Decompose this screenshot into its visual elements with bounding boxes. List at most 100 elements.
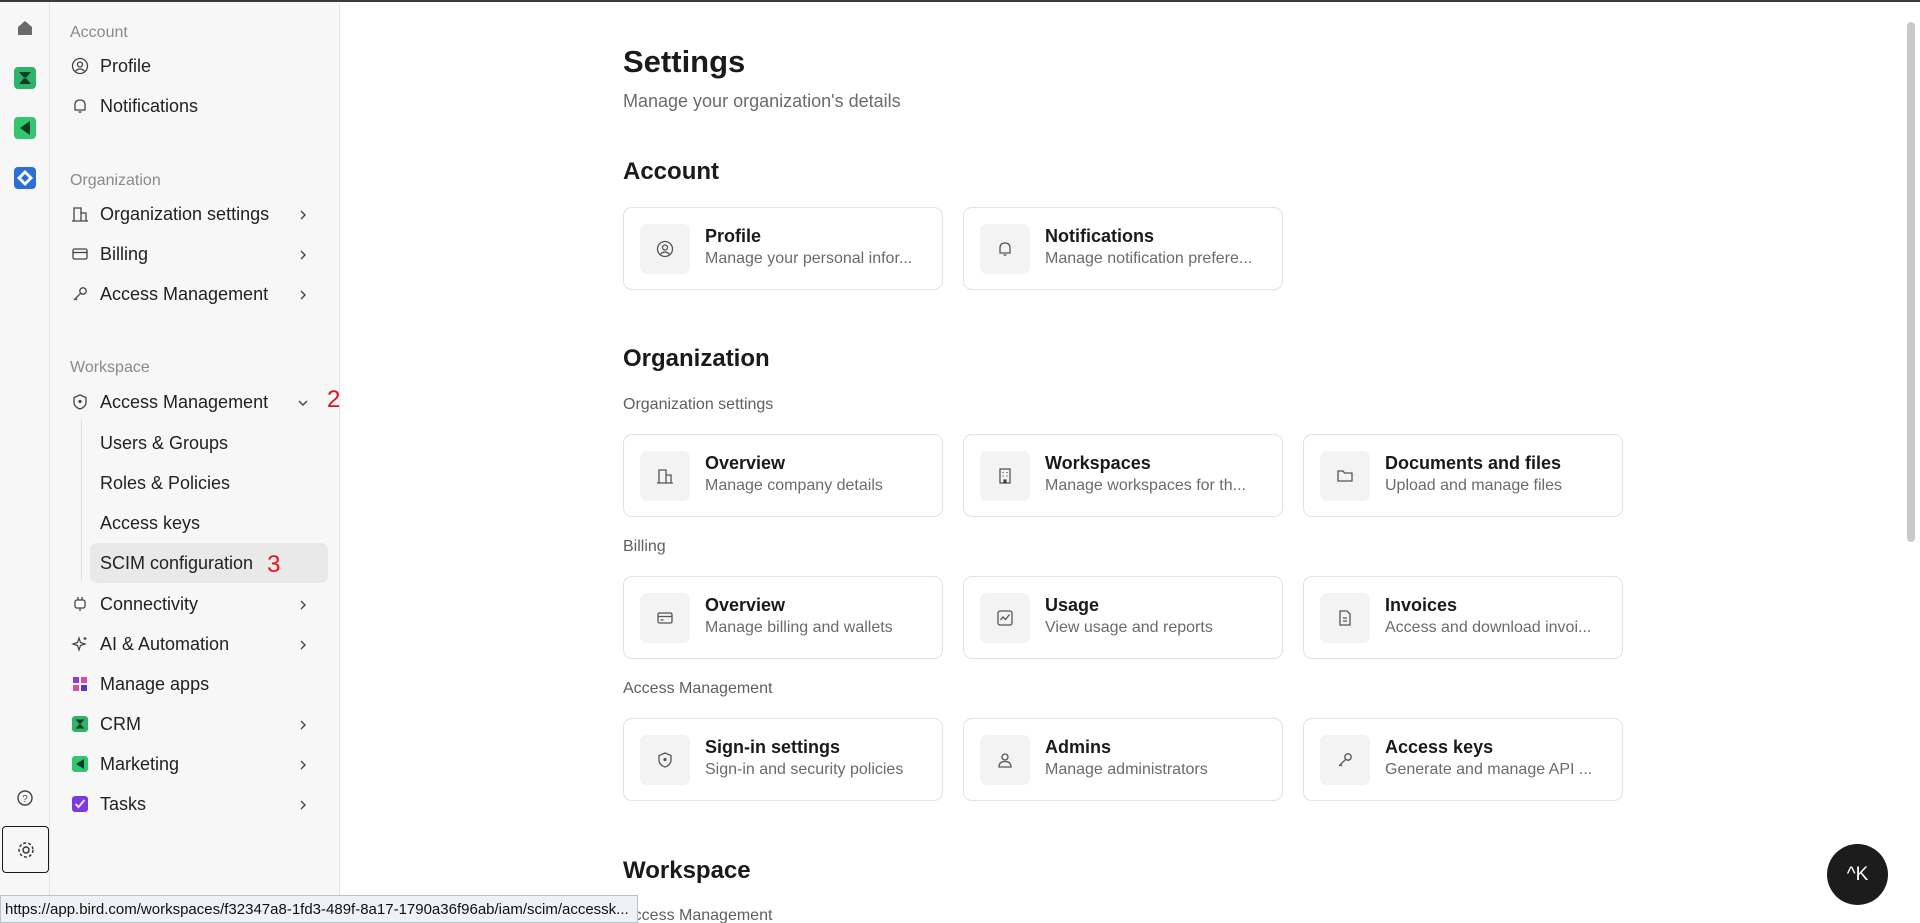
chevron-right-icon <box>296 796 310 817</box>
card-title: Workspaces <box>1045 453 1151 473</box>
section-label-workspace: Workspace <box>70 359 150 376</box>
page-title: Settings <box>623 44 746 79</box>
plug-icon <box>70 594 90 614</box>
marketing-app-icon[interactable] <box>9 112 41 144</box>
sidebar-item-workspace-access-management[interactable]: Access Management <box>70 385 330 419</box>
sidebar-item-label: SCIM configuration <box>100 552 254 573</box>
command-menu-button[interactable]: ^K <box>1827 844 1888 905</box>
credit-card-icon <box>70 244 90 264</box>
sidebar-item-users-groups[interactable]: Users & Groups <box>90 423 328 463</box>
sidebar-item-profile[interactable]: Profile <box>70 49 330 83</box>
sidebar-item-manage-apps[interactable]: Manage apps <box>70 667 330 701</box>
card-documents-files[interactable]: Documents and files Upload and manage fi… <box>1303 434 1623 517</box>
sidebar-item-organization-settings[interactable]: Organization settings <box>70 197 330 231</box>
card-profile[interactable]: Profile Manage your personal infor... <box>623 207 943 290</box>
sidebar-item-label: Manage apps <box>100 673 210 694</box>
sidebar-item-ai-automation[interactable]: AI & Automation <box>70 627 330 661</box>
chevron-right-icon <box>296 716 310 737</box>
sidebar-item-label: Organization settings <box>100 203 270 224</box>
building-icon <box>640 451 690 501</box>
workspace-app-icon[interactable] <box>9 162 41 194</box>
card-description: Manage your personal infor... <box>705 250 913 267</box>
card-description: Generate and manage API ... <box>1385 761 1593 778</box>
scrollbar-thumb[interactable] <box>1907 22 1915 542</box>
sidebar-item-label: Marketing <box>100 753 180 774</box>
help-icon[interactable]: ? <box>9 782 41 814</box>
chevron-right-icon <box>296 596 310 617</box>
sidebar-item-label: Access Management <box>100 283 269 304</box>
card-title: Access keys <box>1385 737 1494 757</box>
chevron-down-icon <box>296 394 310 415</box>
card-description: Sign-in and security policies <box>705 761 904 778</box>
card-description: Manage notification prefere... <box>1045 250 1253 267</box>
sidebar-item-roles-policies[interactable]: Roles & Policies <box>90 463 328 503</box>
section-heading-organization: Organization <box>623 345 770 372</box>
marketing-app-icon <box>70 754 90 774</box>
sidebar-item-tasks[interactable]: Tasks <box>70 787 330 821</box>
card-sign-in-settings[interactable]: Sign-in settings Sign-in and security po… <box>623 718 943 801</box>
card-admins[interactable]: Admins Manage administrators <box>963 718 1283 801</box>
bell-icon <box>980 224 1030 274</box>
section-label-organization: Organization <box>70 172 161 189</box>
submenu-guide-line <box>81 420 82 580</box>
settings-sidebar: Account Profile Notifications Organizati… <box>50 2 340 923</box>
sidebar-item-crm[interactable]: CRM <box>70 707 330 741</box>
card-notifications[interactable]: Notifications Manage notification prefer… <box>963 207 1283 290</box>
card-access-keys[interactable]: Access keys Generate and manage API ... <box>1303 718 1623 801</box>
key-icon <box>1320 735 1370 785</box>
sidebar-item-access-keys[interactable]: Access keys <box>90 503 328 543</box>
card-description: Manage billing and wallets <box>705 619 893 636</box>
sidebar-item-label: Tasks <box>100 793 147 814</box>
annotation-marker-3: 3 <box>267 551 281 578</box>
sidebar-item-billing[interactable]: Billing <box>70 237 330 271</box>
subsection-label-organization-settings: Organization settings <box>623 396 774 413</box>
sidebar-item-label: CRM <box>100 713 141 734</box>
card-title: Overview <box>705 453 786 473</box>
app-rail: ? <box>0 2 50 923</box>
subsection-label-workspace-access-management: Access Management <box>623 907 773 923</box>
card-title: Profile <box>705 226 762 246</box>
section-label-account: Account <box>70 24 128 41</box>
card-company-overview[interactable]: Overview Manage company details <box>623 434 943 517</box>
svg-text:?: ? <box>22 794 28 805</box>
sidebar-item-label: AI & Automation <box>100 633 230 654</box>
main-content: Settings Manage your organization's deta… <box>340 2 1910 923</box>
sidebar-item-marketing[interactable]: Marketing <box>70 747 330 781</box>
card-invoices[interactable]: Invoices Access and download invoi... <box>1303 576 1623 659</box>
chevron-right-icon <box>296 246 310 267</box>
crm-app-icon[interactable] <box>9 62 41 94</box>
folder-icon <box>1320 451 1370 501</box>
sidebar-item-org-access-management[interactable]: Access Management <box>70 277 330 311</box>
user-icon <box>980 735 1030 785</box>
user-circle-icon <box>640 224 690 274</box>
page-subtitle: Manage your organization's details <box>623 91 901 111</box>
card-title: Admins <box>1045 737 1112 757</box>
chevron-right-icon <box>296 636 310 657</box>
annotation-marker-2: 2 <box>327 386 341 413</box>
credit-card-icon <box>640 593 690 643</box>
card-description: View usage and reports <box>1045 619 1213 636</box>
section-heading-workspace: Workspace <box>623 857 751 884</box>
card-title: Usage <box>1045 595 1100 615</box>
subsection-label-billing: Billing <box>623 538 666 555</box>
crm-app-icon <box>70 714 90 734</box>
card-workspaces[interactable]: Workspaces Manage workspaces for th... <box>963 434 1283 517</box>
sidebar-item-scim-configuration[interactable]: SCIM configuration 3 <box>90 543 328 583</box>
card-title: Notifications <box>1045 226 1155 246</box>
home-icon[interactable] <box>9 12 41 44</box>
card-billing-overview[interactable]: Overview Manage billing and wallets <box>623 576 943 659</box>
chevron-right-icon <box>296 756 310 777</box>
sparkles-icon <box>70 634 90 654</box>
shield-icon <box>70 392 90 412</box>
bell-icon <box>70 96 90 116</box>
settings-gear-icon[interactable] <box>2 826 49 873</box>
sidebar-item-connectivity[interactable]: Connectivity <box>70 587 330 621</box>
sidebar-item-label: Billing <box>100 243 149 264</box>
link-status-bar: https://app.bird.com/workspaces/f32347a8… <box>0 895 638 923</box>
subsection-label-access-management: Access Management <box>623 680 773 697</box>
card-usage[interactable]: Usage View usage and reports <box>963 576 1283 659</box>
card-description: Access and download invoi... <box>1385 619 1592 636</box>
sidebar-item-notifications[interactable]: Notifications <box>70 89 330 123</box>
chevron-right-icon <box>296 206 310 227</box>
sidebar-item-label: Profile <box>100 55 152 76</box>
